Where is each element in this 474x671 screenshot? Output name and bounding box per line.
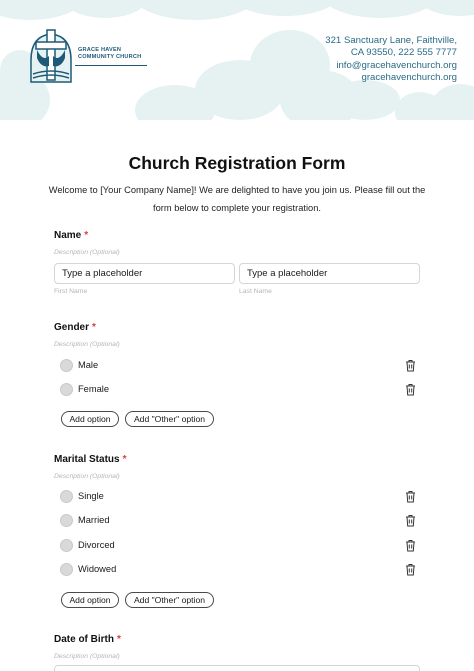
option-label: Female	[78, 384, 110, 394]
name-question: Name *	[54, 230, 88, 241]
required-mark: *	[92, 322, 96, 333]
marital-status-label: Marital Status	[54, 454, 120, 465]
marital-option[interactable]: Single	[60, 489, 420, 505]
church-name-line2: COMMUNITY CHURCH	[78, 54, 142, 60]
trash-icon[interactable]	[405, 383, 416, 396]
trash-icon[interactable]	[405, 539, 416, 552]
radio-button[interactable]	[60, 563, 73, 576]
date-of-birth-label: Date of Birth	[54, 634, 114, 645]
gender-description[interactable]: Description (Optional)	[54, 341, 120, 348]
last-name-sublabel: Last Name	[239, 288, 272, 295]
contact-block: 321 Sanctuary Lane, Faithville, CA 93550…	[325, 35, 457, 84]
add-other-option-button[interactable]: Add "Other" option	[125, 592, 214, 608]
name-label: Name	[54, 230, 82, 241]
name-description[interactable]: Description (Optional)	[54, 249, 120, 256]
marital-status-description[interactable]: Description (Optional)	[54, 473, 120, 480]
radio-button[interactable]	[60, 359, 73, 372]
city-phone-line: CA 93550, 222 555 7777	[350, 47, 457, 59]
gender-question: Gender *	[54, 322, 96, 333]
radio-button[interactable]	[60, 514, 73, 527]
gender-option[interactable]: Male	[60, 358, 420, 374]
radio-button[interactable]	[60, 539, 73, 552]
radio-button[interactable]	[60, 383, 73, 396]
first-name-input[interactable]: Type a placeholder	[54, 263, 235, 284]
required-mark: *	[84, 230, 89, 241]
required-mark: *	[122, 454, 127, 465]
logo-divider	[75, 64, 147, 66]
gender-label: Gender	[54, 322, 90, 333]
marital-status-question: Marital Status *	[54, 454, 126, 465]
option-label: Widowed	[78, 564, 117, 574]
website-link[interactable]: gracehavenchurch.org	[325, 72, 457, 84]
add-option-button[interactable]: Add option	[61, 411, 119, 427]
date-of-birth-description[interactable]: Description (Optional)	[54, 653, 120, 660]
gender-option[interactable]: Female	[60, 382, 420, 398]
form-title: Church Registration Form	[128, 153, 346, 173]
option-label: Male	[78, 360, 99, 370]
option-label: Single	[78, 491, 104, 501]
date-of-birth-question: Date of Birth *	[54, 634, 121, 645]
marital-option[interactable]: Married	[60, 513, 420, 529]
trash-icon[interactable]	[405, 514, 416, 527]
letterhead: GRACE HAVEN COMMUNITY CHURCH 321 Sanctua…	[0, 0, 474, 120]
trash-icon[interactable]	[405, 563, 416, 576]
church-name-line1: GRACE HAVEN	[78, 46, 122, 53]
cloud-decoration	[230, 0, 340, 16]
add-option-button[interactable]: Add option	[61, 592, 119, 608]
date-of-birth-input[interactable]	[54, 665, 420, 671]
trash-icon[interactable]	[405, 359, 416, 372]
cloud-decoration	[330, 80, 400, 120]
trash-icon[interactable]	[405, 490, 416, 503]
option-label: Divorced	[78, 540, 115, 550]
last-name-input[interactable]: Type a placeholder	[239, 263, 420, 284]
form-intro: Welcome to [Your Company Name]! We are d…	[48, 185, 426, 213]
add-other-option-button[interactable]: Add "Other" option	[125, 411, 214, 427]
address-line: 321 Sanctuary Lane, Faithville,	[325, 35, 457, 46]
cloud-decoration	[430, 84, 474, 120]
required-mark: *	[117, 634, 121, 645]
church-logo: GRACE HAVEN COMMUNITY CHURCH	[27, 28, 147, 84]
option-label: Married	[78, 515, 110, 525]
marital-option[interactable]: Widowed	[60, 562, 420, 578]
radio-button[interactable]	[60, 490, 73, 503]
marital-option[interactable]: Divorced	[60, 538, 420, 554]
email-link[interactable]: info@gracehavenchurch.org	[325, 60, 457, 72]
church-cross-icon	[30, 29, 72, 83]
first-name-sublabel: First Name	[54, 288, 88, 295]
